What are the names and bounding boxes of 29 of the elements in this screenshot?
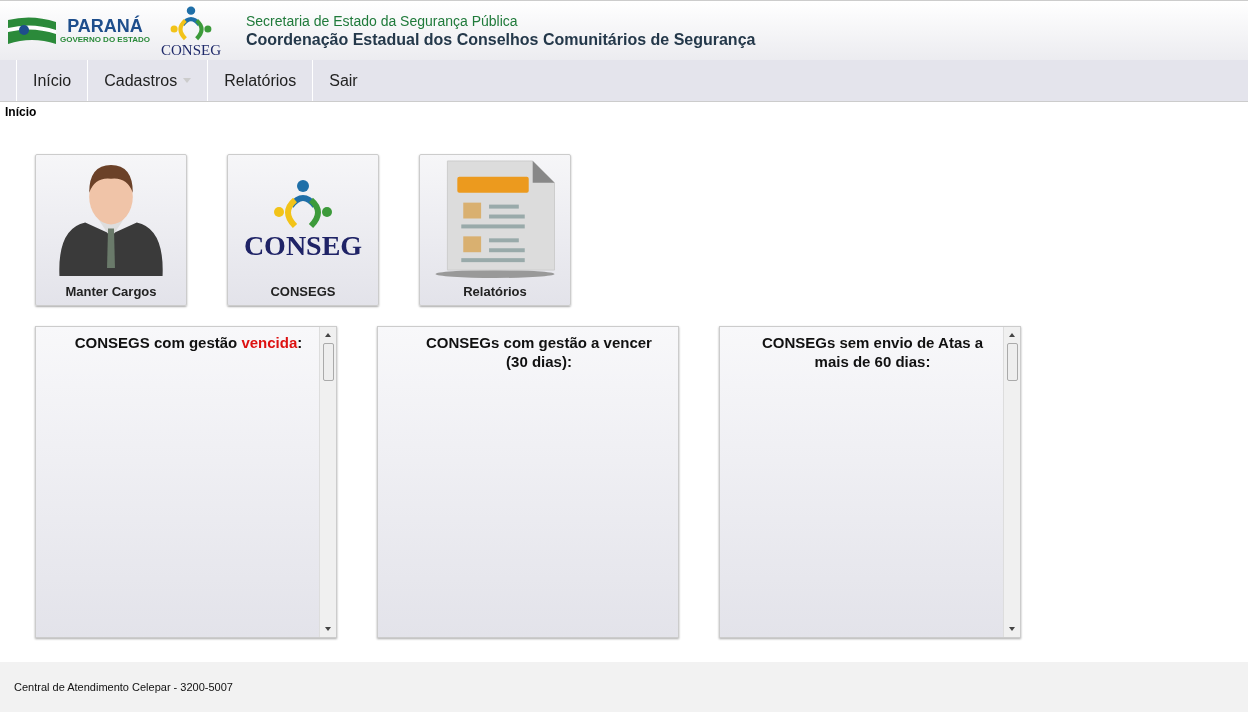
menu-item[interactable]: Cadastros: [87, 60, 208, 101]
breadcrumb: Início: [5, 105, 37, 119]
state-logo-subtitle: GOVERNO DO ESTADO: [60, 35, 151, 44]
shortcut-tile[interactable]: Relatórios: [419, 154, 571, 306]
secretariat-name: Secretaria de Estado da Segurança Pública: [246, 12, 519, 29]
scrollbar[interactable]: [319, 327, 336, 637]
shortcut-tile[interactable]: CONSEG CONSEGS: [227, 154, 379, 306]
site-title: Coordenação Estadual dos Conselhos Comunitários de Segurança: [246, 30, 756, 49]
flag-icon: [6, 15, 58, 46]
report-document-icon: [433, 159, 557, 278]
logo-text: CONSEG: [243, 231, 363, 260]
state-logo-name: PARANÁ: [67, 17, 143, 35]
menu-item[interactable]: Relatórios: [207, 60, 313, 101]
scroll-thumb[interactable]: [322, 343, 334, 381]
people-circle-icon: [169, 4, 213, 43]
scroll-down-icon[interactable]: [324, 625, 332, 633]
shortcut-tile[interactable]: Manter Cargos: [35, 154, 187, 306]
scroll-thumb[interactable]: [1006, 343, 1018, 381]
panel-title: CONSEGs com gestão a vencer (30 dias):: [425, 333, 653, 371]
footer-text: Central de Atendimento Celepar - 3200-5007: [14, 681, 233, 693]
panel-title: CONSEGs sem envio de Atas a mais de 60 dias:: [760, 333, 985, 371]
scroll-down-icon[interactable]: [1008, 625, 1016, 633]
scroll-up-icon[interactable]: [324, 331, 332, 339]
logo-text: CONSEG: [161, 42, 221, 57]
panel-title: CONSEGS com gestão vencida:: [74, 333, 303, 352]
scrollbar[interactable]: [1003, 327, 1020, 637]
scroll-up-icon[interactable]: [1008, 331, 1016, 339]
menu-item[interactable]: Sair: [312, 60, 374, 101]
menu-item[interactable]: Início: [16, 60, 88, 101]
